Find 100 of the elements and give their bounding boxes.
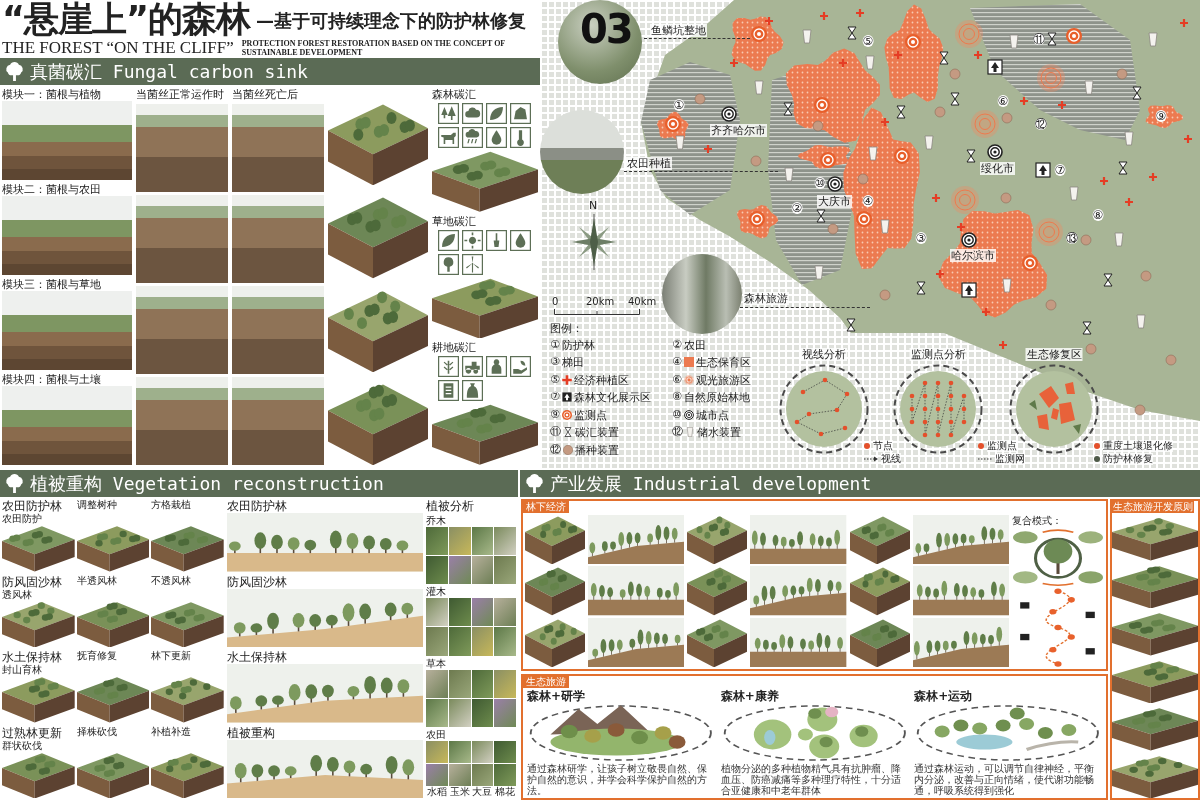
plant-photo: [426, 763, 448, 786]
composite-mode-label: 复合模式：: [1012, 515, 1063, 527]
photo-callout-label: 农田种植: [626, 157, 672, 170]
drop-icon: [510, 229, 531, 251]
ecotourism-title: 森林+研学: [527, 689, 587, 703]
ball-icon: [1045, 299, 1057, 311]
cup-icon: [924, 135, 934, 150]
scale-label: 0: [552, 296, 559, 308]
ball-icon: [827, 223, 839, 235]
module-label: 模块二：菌根与农田: [2, 183, 102, 196]
cup-icon: [1136, 314, 1146, 329]
ball-icon: [1116, 68, 1128, 80]
ecotourism-title: 森林+康养: [720, 689, 780, 703]
mound-icon: [510, 103, 531, 124]
legend-label: 防护林: [561, 338, 595, 351]
pattern-title: 防风固沙林: [2, 574, 63, 589]
legend-number: ⑧: [672, 391, 682, 404]
target-icon: [1022, 255, 1038, 271]
plant-caption: 玉米: [448, 786, 471, 798]
zone-number: ①: [673, 99, 685, 111]
ecotourism-description: 通过森林研学，让孩子树立敬畏自然、保护自然的意识，并学会科学保护自然的方法。: [527, 763, 708, 796]
panel-tag: 生态旅游开发原则: [1112, 501, 1194, 513]
target-icon: [894, 148, 910, 164]
hourglass-icon: [939, 51, 949, 65]
pattern-title: 水土保持林: [2, 650, 63, 664]
plant-photo: [426, 598, 448, 627]
thermometer-icon: [510, 127, 531, 148]
terrain-block-drawing: [525, 515, 585, 565]
plant-photo: [448, 740, 471, 763]
zone-number: ⑥: [997, 95, 1009, 107]
zone-number: ⑨: [1155, 110, 1167, 122]
carbon-sink-title: 森林碳汇: [432, 88, 477, 101]
tree-icon: [5, 61, 24, 82]
legend-label: 生态保育区: [695, 356, 751, 369]
analysis-key-label: 节点: [873, 440, 893, 452]
section-title: 农田防护林: [227, 499, 288, 513]
legend-number: ⑫: [550, 443, 561, 456]
plus-icon: [972, 49, 984, 61]
city-label: 绥化市: [980, 162, 1015, 175]
plus-icon: [1182, 133, 1194, 145]
city-label: 齐齐哈尔市: [710, 124, 767, 137]
cup-icon: [1009, 34, 1019, 49]
plant-photo: [448, 556, 471, 585]
terrain-block-drawing: [849, 515, 910, 565]
legend-number: ②: [672, 338, 682, 351]
pattern-option-label: 透风林: [2, 588, 33, 601]
pattern-option-label: 群状砍伐: [2, 739, 43, 752]
target-icon: [905, 34, 921, 50]
section-heading: 植被重构 Vegetation reconstruction: [30, 472, 384, 495]
cup-icon: [880, 219, 890, 234]
hourglass-icon: [1082, 321, 1092, 335]
photo-callout-label: 森林旅游: [743, 292, 789, 305]
plant-photo: [426, 627, 448, 656]
dotted-arrow-icon: [864, 456, 878, 462]
plant-photo: [426, 740, 448, 763]
terrain-block-drawing: [849, 617, 910, 667]
ball-icon: [694, 93, 706, 105]
target-icon: [665, 116, 681, 132]
plant-photo: [471, 556, 494, 585]
legend-label: 监测点: [573, 408, 607, 421]
legend-label: 碳汇装置: [575, 426, 619, 439]
plant-photo: [471, 527, 494, 556]
target-icon: [1066, 28, 1082, 44]
plant-caption: 水稻: [426, 786, 448, 798]
concentric-rings-icon: [683, 374, 694, 385]
module-label: 模块一：菌根与植物: [2, 88, 102, 101]
plant-caption: 大豆: [471, 786, 494, 798]
pattern-option-label: 不透风林: [151, 574, 193, 587]
section-heading: 产业发展 Industrial development: [550, 472, 872, 495]
hourglass-icon: [1103, 273, 1113, 287]
shovel-icon: [486, 229, 507, 251]
module-label: 模块四：菌根与土壤: [2, 373, 102, 386]
concentric-rings-icon: [971, 110, 999, 138]
cup-icon: [1114, 232, 1124, 247]
terrain-block-drawing: [687, 617, 748, 667]
plant-photo: [494, 527, 516, 556]
plus-icon: [997, 339, 1009, 351]
plus-icon: [955, 221, 967, 233]
conservation-zone: [1145, 105, 1183, 128]
hourglass-icon: [563, 427, 573, 438]
legend-title: 图例：: [550, 322, 584, 336]
plus-icon: [1123, 196, 1135, 208]
analysis-title: 视线分析: [801, 348, 847, 361]
cow-icon: [438, 127, 459, 148]
zone-number: ⑧: [1092, 209, 1104, 221]
plus-icon: [702, 143, 714, 155]
hourglass-icon: [1047, 32, 1057, 46]
cup-icon: [1124, 131, 1134, 146]
plant-photo: [494, 669, 516, 698]
terrain-block-drawing: [525, 566, 585, 616]
section-title: 植被重构: [227, 725, 276, 740]
panel-tag: 林下经济: [523, 501, 569, 513]
plus-icon: [837, 57, 849, 69]
sheet-number: 03: [580, 9, 632, 49]
leaf-icon: [438, 229, 459, 251]
plant-photo: [471, 627, 494, 656]
plus-icon: [1098, 175, 1110, 187]
cup-icon: [675, 135, 685, 150]
pattern-option-label: 半透风林: [76, 574, 118, 587]
legend-label: 城市点: [695, 408, 729, 421]
